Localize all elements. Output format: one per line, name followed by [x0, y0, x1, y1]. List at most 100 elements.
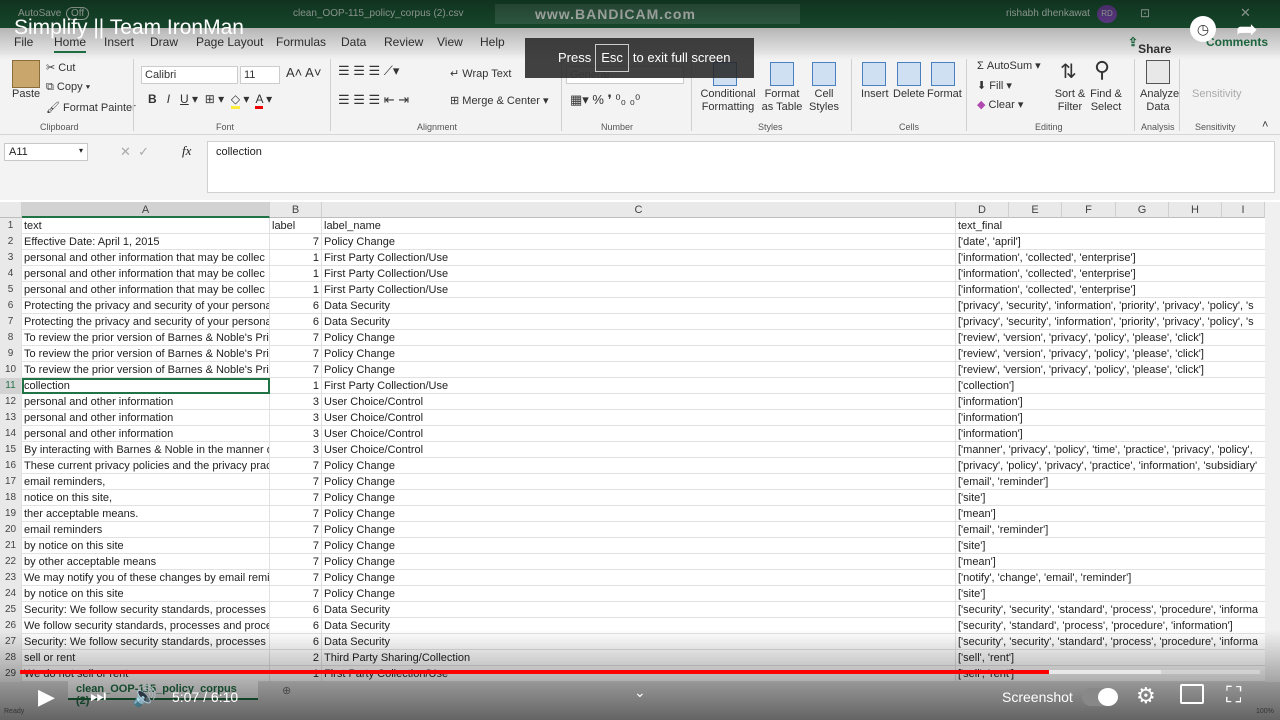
screenshot-label[interactable]: Screenshot: [1002, 689, 1073, 705]
cell-label[interactable]: 7: [270, 554, 322, 570]
cell-label-name[interactable]: Third Party Sharing/Collection: [322, 650, 956, 666]
font-name-select[interactable]: Calibri: [141, 66, 238, 84]
watch-later-icon[interactable]: ◷: [1190, 16, 1216, 42]
copy-button[interactable]: ⧉ Copy ▾: [46, 81, 90, 94]
tab-formulas[interactable]: Formulas: [276, 35, 326, 49]
cell-text[interactable]: Effective Date: April 1, 2015: [22, 234, 270, 250]
cell-text[interactable]: Security: We follow security standards, …: [22, 602, 270, 618]
cell-text[interactable]: These current privacy policies and the p…: [22, 458, 270, 474]
cell-text-final[interactable]: ['email', 'reminder']: [956, 474, 1265, 490]
cell-text-final[interactable]: ['sell', 'rent']: [956, 650, 1265, 666]
cell-label-name[interactable]: Policy Change: [322, 458, 956, 474]
cell-label[interactable]: 1: [270, 266, 322, 282]
cell-label[interactable]: 6: [270, 634, 322, 650]
cell-text-final[interactable]: ['privacy', 'security', 'information', '…: [956, 298, 1265, 314]
share-video-icon[interactable]: ➦: [1236, 14, 1258, 45]
cell-label-name[interactable]: Data Security: [322, 602, 956, 618]
cell-label[interactable]: 1: [270, 666, 322, 682]
share-button[interactable]: ⇪ Share: [1128, 35, 1171, 56]
search-box[interactable]: www.BANDICAM.com: [495, 4, 800, 24]
cell-text[interactable]: personal and other information: [22, 394, 270, 410]
cell-label-name[interactable]: First Party Collection/Use: [322, 666, 956, 682]
fill-button[interactable]: ⬇ Fill ▾: [977, 79, 1012, 92]
insert-button[interactable]: Insert: [861, 88, 889, 100]
row-number[interactable]: 21: [0, 538, 22, 554]
cell-text-final[interactable]: ['review', 'version', 'privacy', 'policy…: [956, 330, 1265, 346]
cell-label[interactable]: 7: [270, 458, 322, 474]
cell-text-final[interactable]: ['notify', 'change', 'email', 'reminder'…: [956, 570, 1265, 586]
align-buttons-bottom[interactable]: ☰ ☰ ☰ ⇤ ⇥: [338, 92, 409, 108]
row-number[interactable]: 5: [0, 282, 22, 298]
tab-view[interactable]: View: [437, 35, 463, 49]
cell-text-final[interactable]: ['information', 'collected', 'enterprise…: [956, 250, 1265, 266]
row-number[interactable]: 15: [0, 442, 22, 458]
cell-text[interactable]: personal and other information that may …: [22, 250, 270, 266]
cell-label-name[interactable]: Policy Change: [322, 506, 956, 522]
cell-text-final[interactable]: ['site']: [956, 490, 1265, 506]
row-number[interactable]: 13: [0, 410, 22, 426]
column-header[interactable]: F: [1062, 202, 1116, 218]
column-header[interactable]: I: [1222, 202, 1265, 218]
paste-button[interactable]: Paste: [12, 88, 40, 100]
volume-icon[interactable]: 🔊: [132, 684, 157, 709]
cell-label-name[interactable]: Policy Change: [322, 234, 956, 250]
cell-label[interactable]: 3: [270, 394, 322, 410]
row-number[interactable]: 29: [0, 666, 22, 682]
cell-text[interactable]: email reminders,: [22, 474, 270, 490]
cell-label[interactable]: 3: [270, 442, 322, 458]
clear-button[interactable]: ◆ Clear ▾: [977, 98, 1023, 111]
column-header[interactable]: A: [22, 202, 270, 218]
cell-label[interactable]: 7: [270, 474, 322, 490]
cell-text-final[interactable]: ['mean']: [956, 506, 1265, 522]
cell-text-final[interactable]: ['information', 'collected', 'enterprise…: [956, 266, 1265, 282]
row-number[interactable]: 23: [0, 570, 22, 586]
cell-label[interactable]: 1: [270, 250, 322, 266]
cell-text-final[interactable]: ['information']: [956, 426, 1265, 442]
row-number[interactable]: 19: [0, 506, 22, 522]
cell-text[interactable]: by notice on this site: [22, 538, 270, 554]
cell-text-final[interactable]: ['collection']: [956, 378, 1265, 394]
cell-label[interactable]: 3: [270, 426, 322, 442]
column-header[interactable]: H: [1169, 202, 1222, 218]
font-size-select[interactable]: 11: [240, 66, 280, 84]
tab-data[interactable]: Data: [341, 35, 366, 49]
cell-label-name[interactable]: Policy Change: [322, 538, 956, 554]
cell-text-final[interactable]: text_final: [956, 218, 1265, 234]
column-header[interactable]: E: [1009, 202, 1062, 218]
sort-filter-button[interactable]: Sort & Filter: [1050, 88, 1090, 114]
row-number[interactable]: 17: [0, 474, 22, 490]
row-number[interactable]: 9: [0, 346, 22, 362]
cell-text-final[interactable]: ['date', 'april']: [956, 234, 1265, 250]
cell-label[interactable]: 1: [270, 282, 322, 298]
find-select-button[interactable]: Find & Select: [1086, 88, 1126, 114]
sensitivity-button[interactable]: Sensitivity: [1192, 88, 1242, 100]
cell-text[interactable]: Security: We follow security standards, …: [22, 634, 270, 650]
row-number[interactable]: 6: [0, 298, 22, 314]
cell-label-name[interactable]: Policy Change: [322, 474, 956, 490]
cell-text-final[interactable]: ['review', 'version', 'privacy', 'policy…: [956, 362, 1265, 378]
cell-label-name[interactable]: Policy Change: [322, 586, 956, 602]
screenshot-toggle[interactable]: [1082, 688, 1118, 706]
ribbon-display-icon[interactable]: ⊡: [1140, 6, 1150, 20]
user-avatar[interactable]: RD: [1097, 5, 1117, 23]
delete-button[interactable]: Delete: [893, 88, 925, 100]
conditional-formatting-button[interactable]: Conditional Formatting: [700, 88, 756, 114]
cell-label-name[interactable]: Policy Change: [322, 570, 956, 586]
cell-text[interactable]: text: [22, 218, 270, 234]
cell-text[interactable]: Protecting the privacy and security of y…: [22, 314, 270, 330]
analyze-data-button[interactable]: Analyze Data: [1140, 88, 1179, 114]
video-progress-bar[interactable]: [20, 670, 1260, 674]
cell-label[interactable]: 7: [270, 362, 322, 378]
format-button[interactable]: Format: [927, 88, 962, 100]
row-number[interactable]: 12: [0, 394, 22, 410]
cell-label-name[interactable]: Data Security: [322, 298, 956, 314]
name-box[interactable]: A11 ▾: [4, 143, 88, 161]
autosum-button[interactable]: Σ AutoSum ▾: [977, 59, 1041, 72]
play-icon[interactable]: ▶: [38, 684, 55, 710]
cell-label[interactable]: 7: [270, 330, 322, 346]
cell-text-final[interactable]: ['review', 'version', 'privacy', 'policy…: [956, 346, 1265, 362]
insert-function-icon[interactable]: fx: [182, 143, 191, 159]
format-as-table-button[interactable]: Format as Table: [758, 88, 806, 114]
cell-text[interactable]: collection: [22, 378, 270, 394]
row-number[interactable]: 7: [0, 314, 22, 330]
